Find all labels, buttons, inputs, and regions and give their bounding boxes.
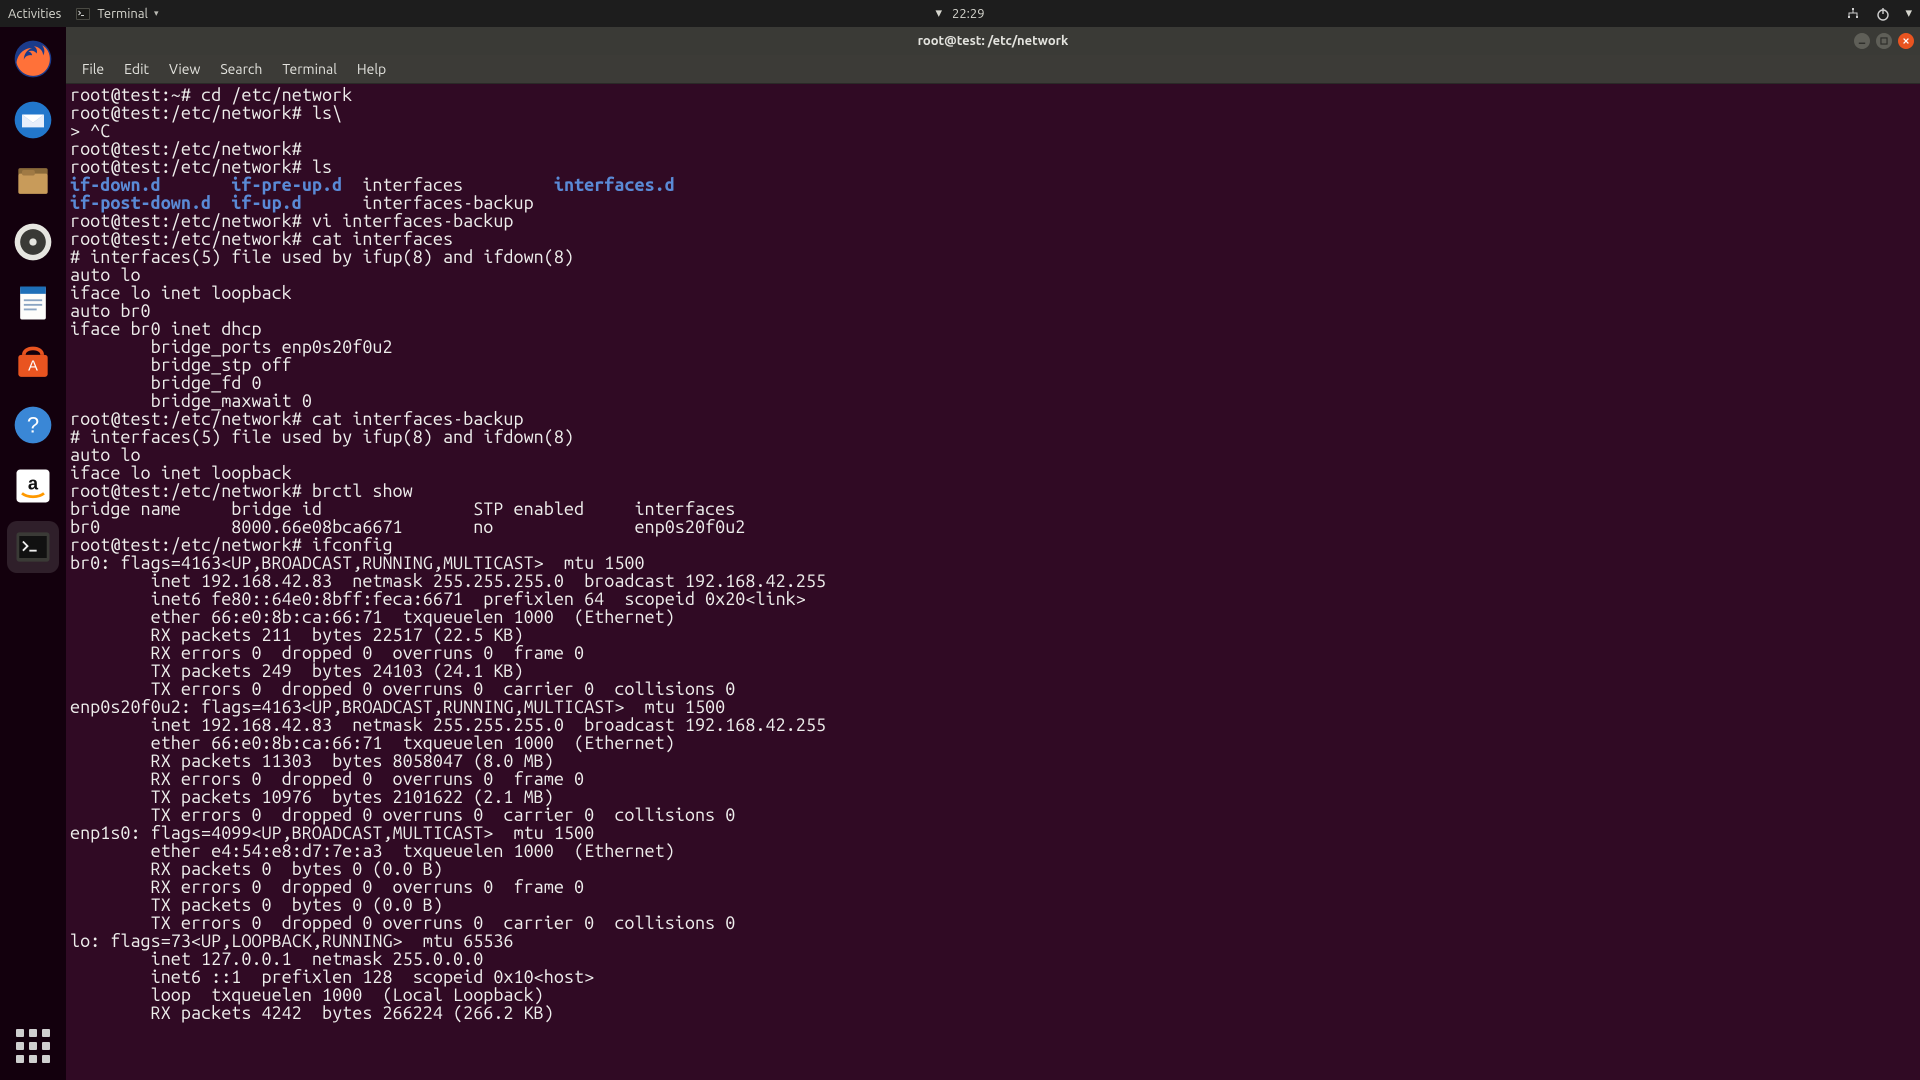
terminal-menubar: File Edit View Search Terminal Help: [66, 55, 1920, 84]
terminal-line: root@test:/etc/network# ls: [70, 158, 1916, 176]
menu-file[interactable]: File: [74, 59, 112, 79]
terminal-icon: [75, 6, 91, 22]
terminal-line: RX errors 0 dropped 0 overruns 0 frame 0: [70, 644, 1916, 662]
svg-text:A: A: [28, 358, 38, 374]
terminal-line: > ^C: [70, 122, 1916, 140]
app-menu[interactable]: Terminal ▾: [75, 6, 158, 22]
network-icon[interactable]: [1845, 6, 1861, 22]
terminal-line: bridge_ports enp0s20f0u2: [70, 338, 1916, 356]
terminal-line: auto lo: [70, 266, 1916, 284]
terminal-line: RX errors 0 dropped 0 overruns 0 frame 0: [70, 878, 1916, 896]
terminal-line: br0: flags=4163<UP,BROADCAST,RUNNING,MUL…: [70, 554, 1916, 572]
terminal-line: root@test:/etc/network# cat interfaces: [70, 230, 1916, 248]
terminal-line: inet 127.0.0.1 netmask 255.0.0.0: [70, 950, 1916, 968]
power-icon[interactable]: [1875, 6, 1891, 22]
terminal-line: auto br0: [70, 302, 1916, 320]
dock-terminal[interactable]: [7, 521, 59, 573]
menu-edit[interactable]: Edit: [116, 59, 157, 79]
window-close-button[interactable]: [1898, 33, 1914, 49]
terminal-line: TX packets 10976 bytes 2101622 (2.1 MB): [70, 788, 1916, 806]
dock-firefox[interactable]: [7, 33, 59, 85]
terminal-line: RX packets 4242 bytes 266224 (266.2 KB): [70, 1004, 1916, 1022]
terminal-line: bridge name bridge id STP enabled interf…: [70, 500, 1916, 518]
window-title: root@test: /etc/network: [918, 34, 1069, 48]
dock-thunderbird[interactable]: [7, 94, 59, 146]
system-menu-chevron-icon[interactable]: ▾: [1905, 6, 1912, 21]
terminal-output[interactable]: root@test:~# cd /etc/networkroot@test:/e…: [66, 84, 1920, 1080]
terminal-line: if-post-down.d if-up.d interfaces-backup: [70, 194, 1916, 212]
terminal-line: ether 66:e0:8b:ca:66:71 txqueuelen 1000 …: [70, 608, 1916, 626]
clock-time: 22:29: [952, 7, 985, 21]
terminal-line: ether 66:e0:8b:ca:66:71 txqueuelen 1000 …: [70, 734, 1916, 752]
terminal-line: loop txqueuelen 1000 (Local Loopback): [70, 986, 1916, 1004]
terminal-line: inet 192.168.42.83 netmask 255.255.255.0…: [70, 572, 1916, 590]
terminal-line: enp1s0: flags=4099<UP,BROADCAST,MULTICAS…: [70, 824, 1916, 842]
terminal-line: root@test:~# cd /etc/network: [70, 86, 1916, 104]
terminal-line: root@test:/etc/network# ls\: [70, 104, 1916, 122]
terminal-line: root@test:/etc/network# ifconfig: [70, 536, 1916, 554]
dock-files[interactable]: [7, 155, 59, 207]
svg-text:a: a: [28, 473, 39, 494]
terminal-line: inet 192.168.42.83 netmask 255.255.255.0…: [70, 716, 1916, 734]
terminal-line: iface br0 inet dhcp: [70, 320, 1916, 338]
terminal-line: if-down.d if-pre-up.d interfaces interfa…: [70, 176, 1916, 194]
terminal-line: # interfaces(5) file used by ifup(8) and…: [70, 428, 1916, 446]
menu-view[interactable]: View: [161, 59, 208, 79]
terminal-line: root@test:/etc/network# brctl show: [70, 482, 1916, 500]
dock-help[interactable]: ?: [7, 399, 59, 451]
terminal-line: inet6 ::1 prefixlen 128 scopeid 0x10<hos…: [70, 968, 1916, 986]
terminal-line: auto lo: [70, 446, 1916, 464]
terminal-line: RX packets 0 bytes 0 (0.0 B): [70, 860, 1916, 878]
activities-button[interactable]: Activities: [8, 7, 61, 21]
terminal-line: TX packets 0 bytes 0 (0.0 B): [70, 896, 1916, 914]
clock-chevron-icon: ▾: [935, 6, 942, 21]
svg-text:?: ?: [27, 412, 39, 437]
dock-ubuntu-software[interactable]: A: [7, 338, 59, 390]
terminal-line: br0 8000.66e08bca6671 no enp0s20f0u2: [70, 518, 1916, 536]
terminal-window: root@test: /etc/network File Edit View S…: [66, 27, 1920, 1080]
terminal-line: root@test:/etc/network# cat interfaces-b…: [70, 410, 1916, 428]
panel-clock[interactable]: ▾ 22:29: [935, 6, 984, 21]
terminal-line: inet6 fe80::64e0:8bff:feca:6671 prefixle…: [70, 590, 1916, 608]
terminal-line: TX errors 0 dropped 0 overruns 0 carrier…: [70, 914, 1916, 932]
apps-grid-icon: [16, 1029, 50, 1063]
menu-search[interactable]: Search: [212, 59, 270, 79]
terminal-line: TX errors 0 dropped 0 overruns 0 carrier…: [70, 680, 1916, 698]
terminal-line: RX packets 11303 bytes 8058047 (8.0 MB): [70, 752, 1916, 770]
terminal-line: RX errors 0 dropped 0 overruns 0 frame 0: [70, 770, 1916, 788]
dock-rhythmbox[interactable]: [7, 216, 59, 268]
app-menu-label: Terminal: [97, 7, 148, 21]
terminal-line: enp0s20f0u2: flags=4163<UP,BROADCAST,RUN…: [70, 698, 1916, 716]
terminal-line: root@test:/etc/network# vi interfaces-ba…: [70, 212, 1916, 230]
chevron-down-icon: ▾: [154, 8, 159, 19]
window-maximize-button[interactable]: [1876, 33, 1892, 49]
terminal-line: lo: flags=73<UP,LOOPBACK,RUNNING> mtu 65…: [70, 932, 1916, 950]
terminal-line: RX packets 211 bytes 22517 (22.5 KB): [70, 626, 1916, 644]
terminal-line: bridge_fd 0: [70, 374, 1916, 392]
terminal-line: bridge_stp off: [70, 356, 1916, 374]
show-apps-button[interactable]: [7, 1020, 59, 1072]
menu-terminal[interactable]: Terminal: [274, 59, 345, 79]
dock: A ? a: [0, 27, 66, 1080]
menu-help[interactable]: Help: [349, 59, 394, 79]
terminal-line: bridge_maxwait 0: [70, 392, 1916, 410]
terminal-line: # interfaces(5) file used by ifup(8) and…: [70, 248, 1916, 266]
dock-amazon[interactable]: a: [7, 460, 59, 512]
window-titlebar[interactable]: root@test: /etc/network: [66, 27, 1920, 55]
terminal-line: iface lo inet loopback: [70, 284, 1916, 302]
dock-libreoffice-writer[interactable]: [7, 277, 59, 329]
terminal-line: TX packets 249 bytes 24103 (24.1 KB): [70, 662, 1916, 680]
window-minimize-button[interactable]: [1854, 33, 1870, 49]
terminal-line: TX errors 0 dropped 0 overruns 0 carrier…: [70, 806, 1916, 824]
terminal-line: ether e4:54:e8:d7:7e:a3 txqueuelen 1000 …: [70, 842, 1916, 860]
terminal-line: root@test:/etc/network#: [70, 140, 1916, 158]
gnome-top-panel: Activities Terminal ▾ ▾ 22:29 ▾: [0, 0, 1920, 27]
terminal-line: iface lo inet loopback: [70, 464, 1916, 482]
